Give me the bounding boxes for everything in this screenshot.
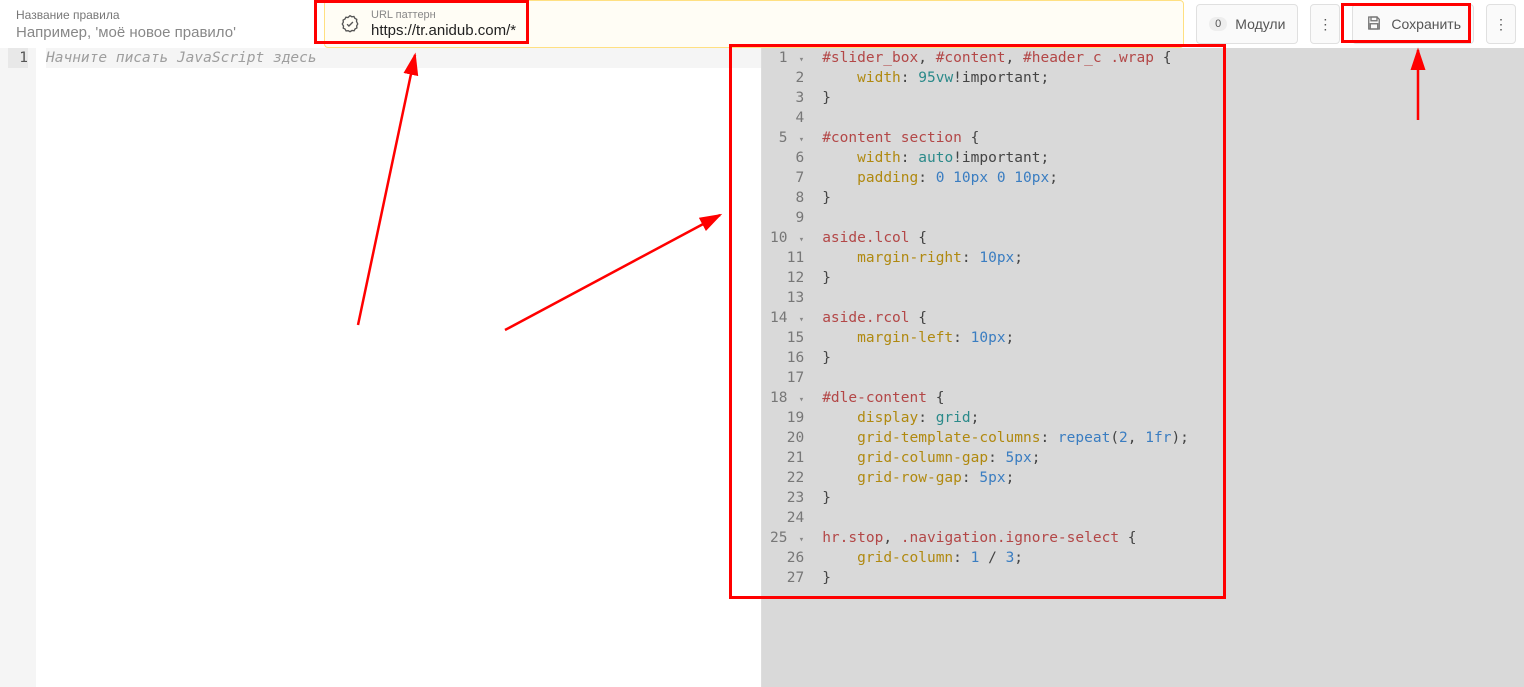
modules-button[interactable]: 0 Модули	[1196, 4, 1298, 44]
annotation-box-css	[729, 44, 1226, 599]
annotation-box-url	[314, 0, 529, 44]
js-code-area[interactable]: Начните писать JavaScript здесь	[36, 48, 761, 687]
save-menu-button[interactable]: ⋮	[1486, 4, 1516, 44]
rule-name-field[interactable]: Название правила Например, 'моё новое пр…	[0, 0, 312, 48]
modules-label: Модули	[1235, 16, 1285, 32]
modules-count: 0	[1209, 17, 1227, 31]
annotation-box-save	[1341, 3, 1471, 43]
modules-menu-button[interactable]: ⋮	[1310, 4, 1340, 44]
rule-name-placeholder: Например, 'моё новое правило'	[16, 24, 296, 41]
kebab-icon: ⋮	[1494, 16, 1508, 33]
kebab-icon: ⋮	[1318, 16, 1332, 33]
header-bar: Название правила Например, 'моё новое пр…	[0, 0, 1524, 48]
js-editor[interactable]: 1 Начните писать JavaScript здесь	[0, 48, 762, 687]
js-gutter: 1	[0, 48, 36, 687]
js-placeholder: Начните писать JavaScript здесь	[46, 48, 761, 68]
rule-name-label: Название правила	[16, 8, 296, 22]
line-number: 1	[8, 48, 28, 68]
